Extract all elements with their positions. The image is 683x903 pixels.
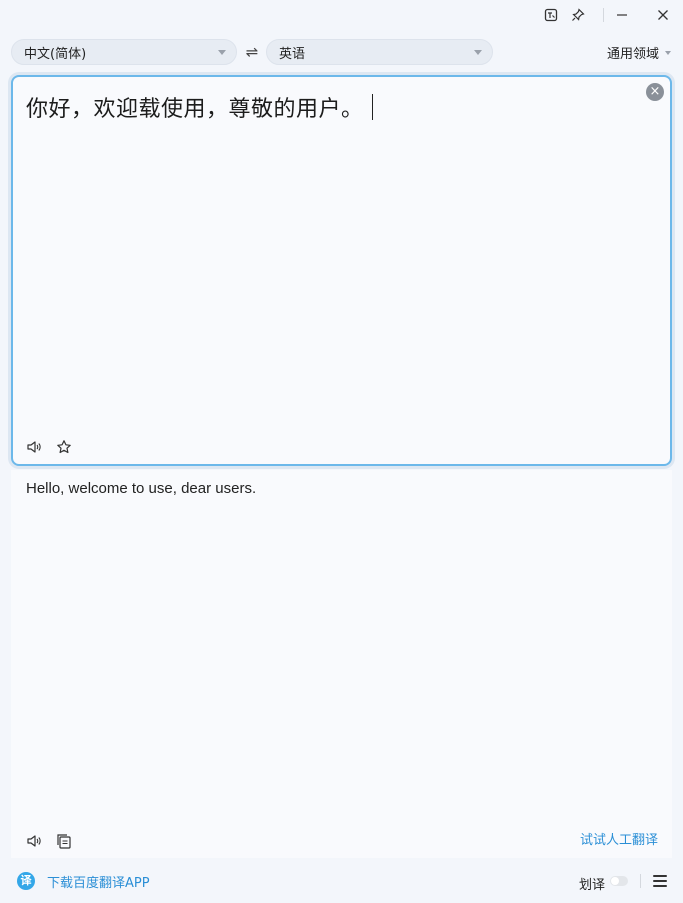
text-cursor (371, 94, 373, 120)
title-separator (603, 8, 604, 22)
source-language-label: 中文(简体) (24, 46, 87, 62)
human-translate-link[interactable]: 试试人工翻译 (580, 829, 658, 848)
star-icon[interactable] (55, 438, 73, 456)
swap-languages-icon[interactable]: ⇌ (243, 43, 261, 61)
clear-icon[interactable]: × (646, 83, 664, 101)
pin-icon[interactable] (565, 3, 591, 27)
translation-text[interactable]: Hello, welcome to use, dear users. (26, 480, 256, 497)
screenshot-translate-icon[interactable] (538, 3, 564, 27)
domain-label: 通用领域 (606, 47, 659, 62)
result-area: Hello, welcome to use, dear users. 试试人工翻… (11, 470, 672, 858)
target-language-select[interactable]: 英语 (266, 39, 493, 65)
source-text-value: 你好，欢迎载使用，尊敬的用户。 (26, 97, 364, 122)
speaker-icon[interactable] (25, 832, 43, 850)
source-language-select[interactable]: 中文(简体) (11, 39, 237, 65)
title-bar (0, 0, 683, 30)
footer-bar: 译 下载百度翻译APP 划译 (0, 862, 683, 903)
download-app-link[interactable]: 下载百度翻译APP (47, 872, 150, 891)
speaker-icon[interactable] (25, 438, 43, 456)
language-bar: 中文(简体) ⇌ 英语 通用领域 (0, 36, 683, 68)
selection-translate-label: 划译 (579, 878, 606, 893)
translator-window: 中文(简体) ⇌ 英语 通用领域 你好，欢迎载使用，尊敬的用户。 × Hello… (0, 0, 683, 903)
chevron-down-icon (474, 50, 482, 55)
copy-icon[interactable] (55, 832, 73, 850)
menu-icon[interactable] (653, 875, 667, 887)
footer-separator (640, 874, 641, 888)
result-toolbar (25, 832, 73, 850)
source-toolbar (25, 438, 73, 456)
domain-select[interactable]: 通用领域 (607, 43, 671, 62)
source-text-area[interactable]: 你好，欢迎载使用，尊敬的用户。 × (11, 75, 672, 466)
selection-translate-toggle[interactable] (610, 876, 628, 886)
app-logo-icon[interactable]: 译 (17, 872, 35, 890)
chevron-down-icon (218, 50, 226, 55)
close-icon[interactable] (650, 3, 676, 27)
chevron-down-icon (665, 50, 671, 55)
minimize-icon[interactable] (609, 3, 635, 27)
toggle-knob (611, 877, 619, 885)
source-text[interactable]: 你好，欢迎载使用，尊敬的用户。 (26, 91, 373, 123)
target-language-label: 英语 (279, 46, 306, 62)
